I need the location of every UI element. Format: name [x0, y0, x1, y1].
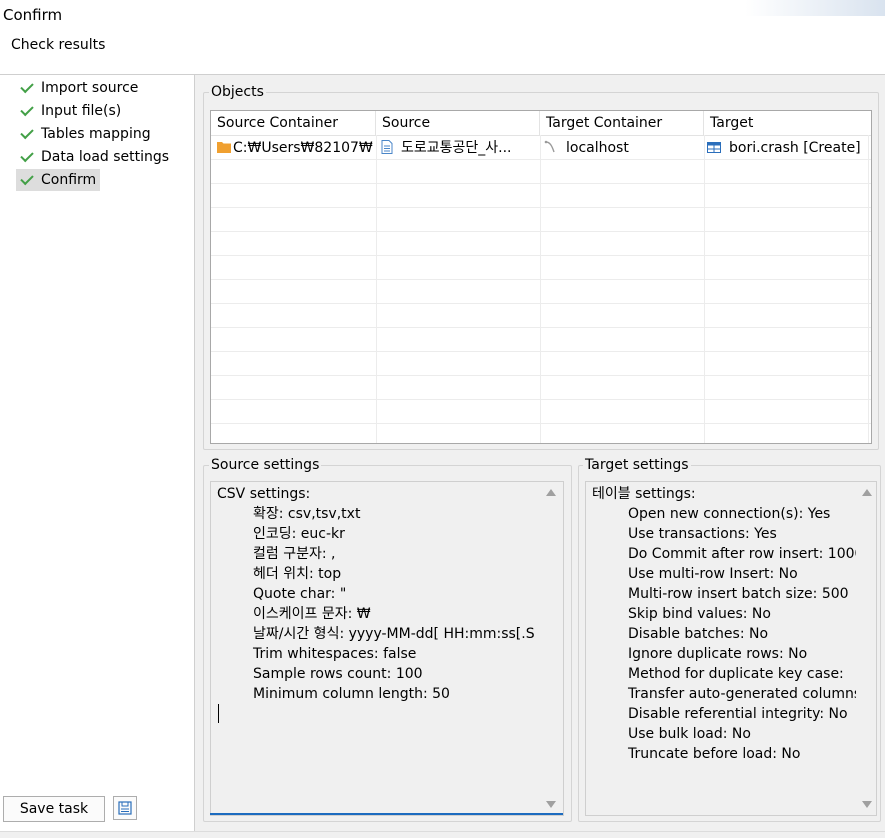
save-task-button[interactable]: Save task	[3, 796, 105, 822]
source-setting-line: 컬럼 구분자: ,	[253, 546, 336, 562]
target-setting-line: Open new connection(s): Yes	[628, 506, 831, 522]
step-confirm[interactable]: Confirm	[16, 169, 101, 191]
step-data-load-settings[interactable]: Data load settings	[16, 146, 173, 168]
check-icon	[20, 79, 34, 94]
target-setting-line: Do Commit after row insert: 10000	[628, 546, 856, 562]
folder-icon	[217, 142, 231, 153]
target-setting-line: Skip bind values: No	[628, 606, 771, 622]
target-settings-title: Target settings	[583, 457, 691, 473]
wizard-header: Confirm Check results	[0, 0, 885, 75]
target-setting-line: Transfer auto-generated columns	[628, 686, 856, 702]
target-settings-text[interactable]: 테이블 settings: Open new connection(s): Ye…	[585, 481, 877, 816]
step-label: Confirm	[41, 172, 97, 188]
source-settings-text[interactable]: CSV settings: 확장: csv,tsv,txt 인코딩: euc-k…	[210, 481, 564, 816]
column-header-target[interactable]: Target	[704, 111, 868, 135]
objects-group-title: Objects	[209, 84, 266, 100]
step-label: Input file(s)	[41, 103, 122, 119]
target-setting-line: Use bulk load: No	[628, 726, 751, 742]
source-setting-line: Minimum column length: 50	[253, 686, 450, 702]
target-setting-line: Use multi-row Insert: No	[628, 566, 798, 582]
check-icon	[20, 125, 34, 140]
text-caret	[218, 704, 219, 723]
step-label: Data load settings	[41, 149, 170, 165]
scroll-down-arrow[interactable]	[546, 801, 556, 808]
target-setting-line: Multi-row insert batch size: 500	[628, 586, 849, 602]
step-label: Import source	[41, 80, 139, 96]
scroll-down-arrow[interactable]	[862, 801, 872, 808]
source-setting-line: 인코딩: euc-kr	[253, 526, 345, 542]
target-setting-line: Disable batches: No	[628, 626, 769, 642]
source-setting-line: 이스케이프 문자: ₩	[253, 606, 371, 622]
header-decoration	[745, 0, 885, 16]
wizard-steps-panel: Import source Input file(s) Tables mappi…	[0, 75, 195, 831]
objects-table[interactable]: Source Container Source Target Container…	[210, 110, 872, 444]
check-icon	[20, 148, 34, 163]
target-setting-line: Use transactions: Yes	[628, 526, 777, 542]
target-settings-lines: Open new connection(s): Yes Use transact…	[586, 482, 856, 815]
source-setting-line: Sample rows count: 100	[253, 666, 423, 682]
target-setting-line: Truncate before load: No	[628, 746, 801, 762]
focus-indicator	[210, 813, 563, 815]
save-task-icon	[118, 801, 132, 815]
page-subtitle: Check results	[11, 37, 106, 53]
target-setting-line: Ignore duplicate rows: No	[628, 646, 808, 662]
step-label: Tables mapping	[41, 126, 151, 142]
page-title: Confirm	[3, 6, 63, 24]
source-setting-line: 헤더 위치: top	[253, 566, 342, 582]
target-setting-line: Method for duplicate key case:	[628, 666, 844, 682]
step-import-source[interactable]: Import source	[16, 77, 142, 99]
column-header-source[interactable]: Source	[376, 111, 540, 135]
cell-target-container: localhost	[544, 136, 700, 160]
cell-target: bori.crash [Create]	[707, 136, 867, 160]
source-setting-line: Quote char: "	[253, 586, 347, 602]
database-connection-icon	[544, 140, 555, 153]
step-input-files[interactable]: Input file(s)	[16, 100, 125, 122]
cell-source-container: C:₩Users₩82107₩...	[217, 136, 373, 160]
source-setting-line: 확장: csv,tsv,txt	[253, 506, 361, 522]
cell-source: 도로교통공단_사...	[381, 136, 537, 160]
target-setting-line: Disable referential integrity: No	[628, 706, 848, 722]
save-task-icon-button[interactable]	[113, 796, 137, 820]
source-setting-line: 날짜/시간 형식: yyyy-MM-dd[ HH:mm:ss[.S	[253, 626, 535, 642]
scroll-up-arrow[interactable]	[862, 489, 872, 496]
source-settings-header: CSV settings:	[217, 486, 311, 502]
source-settings-title: Source settings	[209, 457, 322, 473]
column-header-source-container[interactable]: Source Container	[211, 111, 376, 135]
csv-file-icon	[381, 140, 393, 154]
objects-table-header: Source Container Source Target Container…	[211, 111, 871, 136]
source-setting-line: Trim whitespaces: false	[253, 646, 417, 662]
column-header-target-container[interactable]: Target Container	[540, 111, 704, 135]
scroll-up-arrow[interactable]	[546, 489, 556, 496]
check-icon	[20, 171, 34, 186]
table-icon	[707, 142, 721, 153]
step-tables-mapping[interactable]: Tables mapping	[16, 123, 155, 145]
check-icon	[20, 102, 34, 117]
